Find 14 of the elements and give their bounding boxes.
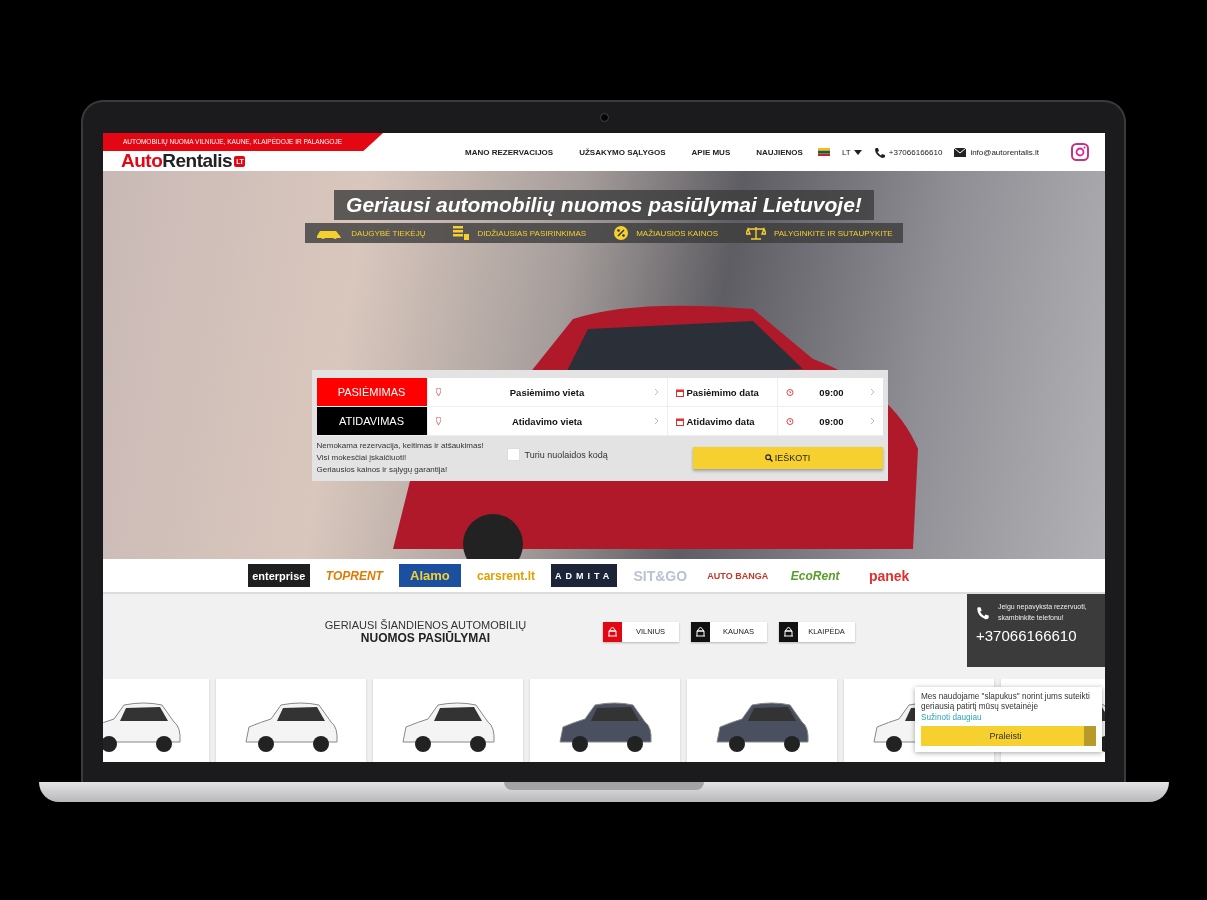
discount-label: Turiu nuolaidos kodą xyxy=(524,449,608,460)
cookie-text: Mes naudojame "slapukus" norint jums suteikti geriausią patirtį mūsų svetainėje xyxy=(921,692,1091,712)
row-label: PASIĖMIMAS xyxy=(316,378,427,406)
offers-title: GERIAUSI ŠIANDIENOS AUTOMOBILIŲ xyxy=(324,618,527,631)
benefit-note: Geriausios kainos ir sąlygų garantija! xyxy=(316,465,449,475)
benefit-note: Nemokama rezervacija, keitimas ir atšaukimas! xyxy=(316,441,485,451)
offers-subtitle: NUOMOS PASIŪLYMAI xyxy=(360,630,491,645)
hero-title: Geriausi automobilių nuomos pasiūlymai Lietuvoje! xyxy=(334,190,874,220)
feature-label: DAUGYBĖ TIEKĖJŲ xyxy=(351,228,426,238)
feature-label: DIDŽIAUSIAS PASIRINKIMAS xyxy=(477,228,587,238)
feature-label: PALYGINKITE IR SUTAUPYKITE xyxy=(773,228,893,238)
feature-label: MAŽIAUSIOS KAINOS xyxy=(636,228,718,238)
row-label: ATIDAVIMAS xyxy=(316,407,427,435)
benefit-note: Visi mokesčiai įskaičiuoti! xyxy=(316,453,408,463)
